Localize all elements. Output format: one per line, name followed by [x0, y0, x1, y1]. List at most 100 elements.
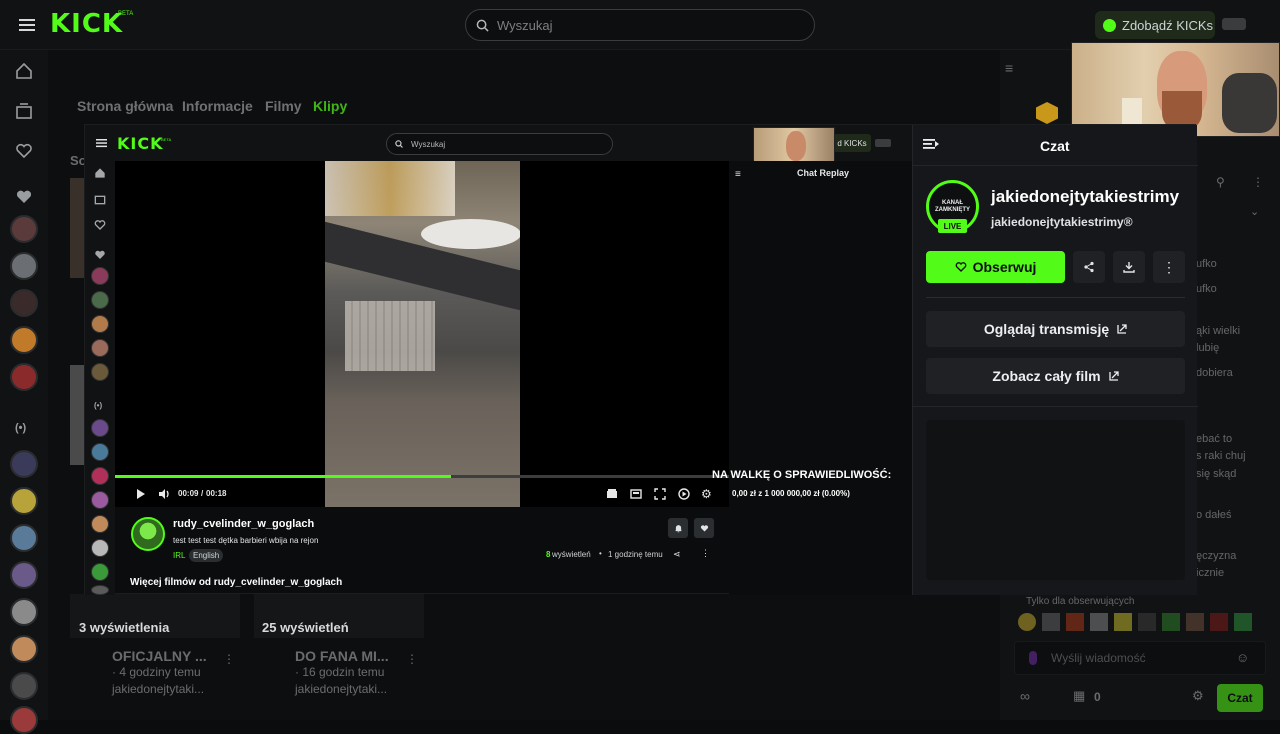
clip-channel[interactable]: jakiedonejtytaki... — [295, 682, 387, 696]
video-progress-bar[interactable] — [115, 475, 729, 478]
see-full-video-button[interactable]: Zobacz cały film — [926, 358, 1185, 394]
channel-handle[interactable]: jakiedonejtytakiestrimy® — [991, 215, 1133, 229]
inner-kicks-button[interactable]: d KICKs — [833, 134, 871, 152]
more-options-icon[interactable]: ⋮ — [223, 652, 235, 666]
recommended-channel-avatar[interactable] — [10, 672, 38, 700]
notifications-button[interactable] — [668, 518, 688, 538]
inner-channel-avatar[interactable] — [91, 467, 109, 485]
recommended-channel-avatar[interactable] — [10, 598, 38, 626]
collapse-panel-icon[interactable] — [923, 137, 939, 151]
settings-gear-icon[interactable]: ⚙ — [1192, 688, 1204, 704]
inner-search-bar[interactable]: Wyszukaj — [386, 133, 613, 155]
share-button[interactable] — [1073, 251, 1105, 283]
home-icon[interactable] — [15, 62, 33, 80]
microphone-icon[interactable] — [1029, 651, 1037, 665]
download-button[interactable] — [1113, 251, 1145, 283]
emote-icon[interactable] — [1042, 613, 1060, 631]
recommended-channel-avatar[interactable] — [10, 561, 38, 589]
tab-videos[interactable]: Filmy — [265, 98, 302, 114]
more-options-icon[interactable]: ⋮ — [406, 652, 418, 666]
followed-channel-avatar[interactable] — [10, 363, 38, 391]
emote-icon[interactable] — [1114, 613, 1132, 631]
inner-channel-avatar[interactable] — [91, 563, 109, 581]
inner-channel-avatar[interactable] — [91, 291, 109, 309]
hamburger-menu-icon[interactable] — [18, 16, 36, 34]
settings-gear-icon[interactable]: ⚙ — [701, 487, 715, 501]
get-kicks-button[interactable]: Zdobądź KICKs — [1095, 11, 1215, 39]
pin-icon[interactable]: ⚲ — [1216, 175, 1225, 189]
collapse-replay-icon[interactable]: ≡ — [735, 169, 741, 180]
emote-icon[interactable] — [1090, 613, 1108, 631]
inner-following-heart-icon[interactable] — [94, 219, 106, 231]
play-icon[interactable] — [133, 487, 147, 501]
followed-channel-avatar[interactable] — [10, 289, 38, 317]
playback-speed-icon[interactable] — [677, 487, 691, 501]
clip-channel[interactable]: jakiedonejtytaki... — [112, 682, 204, 696]
emote-picker-icon[interactable]: ☺ — [1236, 650, 1249, 665]
author-avatar[interactable] — [131, 517, 165, 551]
emote-icon[interactable] — [1066, 613, 1084, 631]
inner-channel-avatar[interactable] — [91, 419, 109, 437]
emote-icon[interactable] — [1210, 613, 1228, 631]
chat-message-input[interactable]: Wyślij wiadomość — [1014, 641, 1266, 675]
inner-channel-avatar[interactable] — [91, 515, 109, 533]
recommended-channel-avatar[interactable] — [10, 524, 38, 552]
emote-icon[interactable] — [1186, 613, 1204, 631]
inner-channel-avatar[interactable] — [91, 315, 109, 333]
video-player[interactable]: 00:09 / 00:18 ⚙ — [115, 161, 729, 507]
followed-channel-avatar[interactable] — [10, 215, 38, 243]
collapse-chat-icon[interactable]: ≡ — [1005, 60, 1013, 76]
following-heart-icon[interactable] — [15, 142, 33, 160]
language-tag[interactable]: English — [189, 549, 223, 562]
user-avatar[interactable] — [1222, 18, 1246, 30]
author-name[interactable]: rudy_cvelinder_w_goglach — [173, 518, 314, 530]
fullscreen-icon[interactable] — [653, 487, 667, 501]
more-options-icon[interactable]: ⋮ — [1252, 175, 1264, 189]
inner-channel-avatar[interactable] — [91, 539, 109, 557]
emote-icon[interactable] — [1234, 613, 1252, 631]
theater-mode-icon[interactable] — [629, 487, 643, 501]
share-icon[interactable]: ⋖ — [673, 549, 681, 560]
follow-button[interactable]: Obserwuj — [926, 251, 1065, 283]
emote-icon[interactable] — [1162, 613, 1180, 631]
search-bar[interactable]: Wyszukaj — [465, 9, 815, 41]
inner-user-avatar[interactable] — [875, 139, 891, 147]
followed-channel-avatar[interactable] — [10, 252, 38, 280]
inner-hamburger-icon[interactable] — [96, 138, 107, 148]
recommended-channel-avatar[interactable] — [10, 487, 38, 515]
clip-icon[interactable] — [605, 487, 619, 501]
followed-channel-avatar[interactable] — [10, 326, 38, 354]
recommended-channel-avatar[interactable] — [10, 706, 38, 734]
favorite-button[interactable] — [694, 518, 714, 538]
inner-home-icon[interactable] — [94, 167, 106, 179]
tab-home[interactable]: Strona główna — [77, 98, 173, 114]
clip-thumbnail[interactable] — [70, 178, 84, 278]
channel-name[interactable]: jakiedonejtytakiestrimy — [991, 187, 1179, 207]
inner-channel-avatar[interactable] — [91, 585, 109, 595]
inner-channel-avatar[interactable] — [91, 443, 109, 461]
chevron-down-icon[interactable]: ⌄ — [1250, 205, 1259, 218]
emote-icon[interactable] — [1018, 613, 1036, 631]
volume-icon[interactable] — [157, 487, 171, 501]
browse-icon[interactable] — [15, 102, 33, 120]
emote-icon[interactable] — [1138, 613, 1156, 631]
inner-channel-avatar[interactable] — [91, 339, 109, 357]
more-options-icon[interactable]: ⋮ — [701, 548, 710, 559]
tab-clips[interactable]: Klipy — [313, 98, 347, 114]
clip-thumbnail[interactable] — [70, 365, 84, 465]
inner-kick-logo[interactable]: KICK — [117, 134, 164, 153]
send-chat-button[interactable]: Czat — [1217, 684, 1263, 712]
clip-title[interactable]: DO FANA MI... — [295, 648, 389, 664]
inner-channel-avatar[interactable] — [91, 491, 109, 509]
inner-channel-avatar[interactable] — [91, 363, 109, 381]
recommended-channel-avatar[interactable] — [10, 450, 38, 478]
store-icon[interactable]: ▦ — [1073, 688, 1085, 704]
category-link[interactable]: IRL — [173, 551, 185, 560]
recommended-channel-avatar[interactable] — [10, 635, 38, 663]
watch-stream-button[interactable]: Oglądaj transmisję — [926, 311, 1185, 347]
inner-browse-icon[interactable] — [94, 193, 106, 205]
kick-logo[interactable]: KICK — [50, 9, 123, 39]
inner-channel-avatar[interactable] — [91, 267, 109, 285]
tab-info[interactable]: Informacje — [182, 98, 253, 114]
more-options-button[interactable]: ⋮ — [1153, 251, 1185, 283]
